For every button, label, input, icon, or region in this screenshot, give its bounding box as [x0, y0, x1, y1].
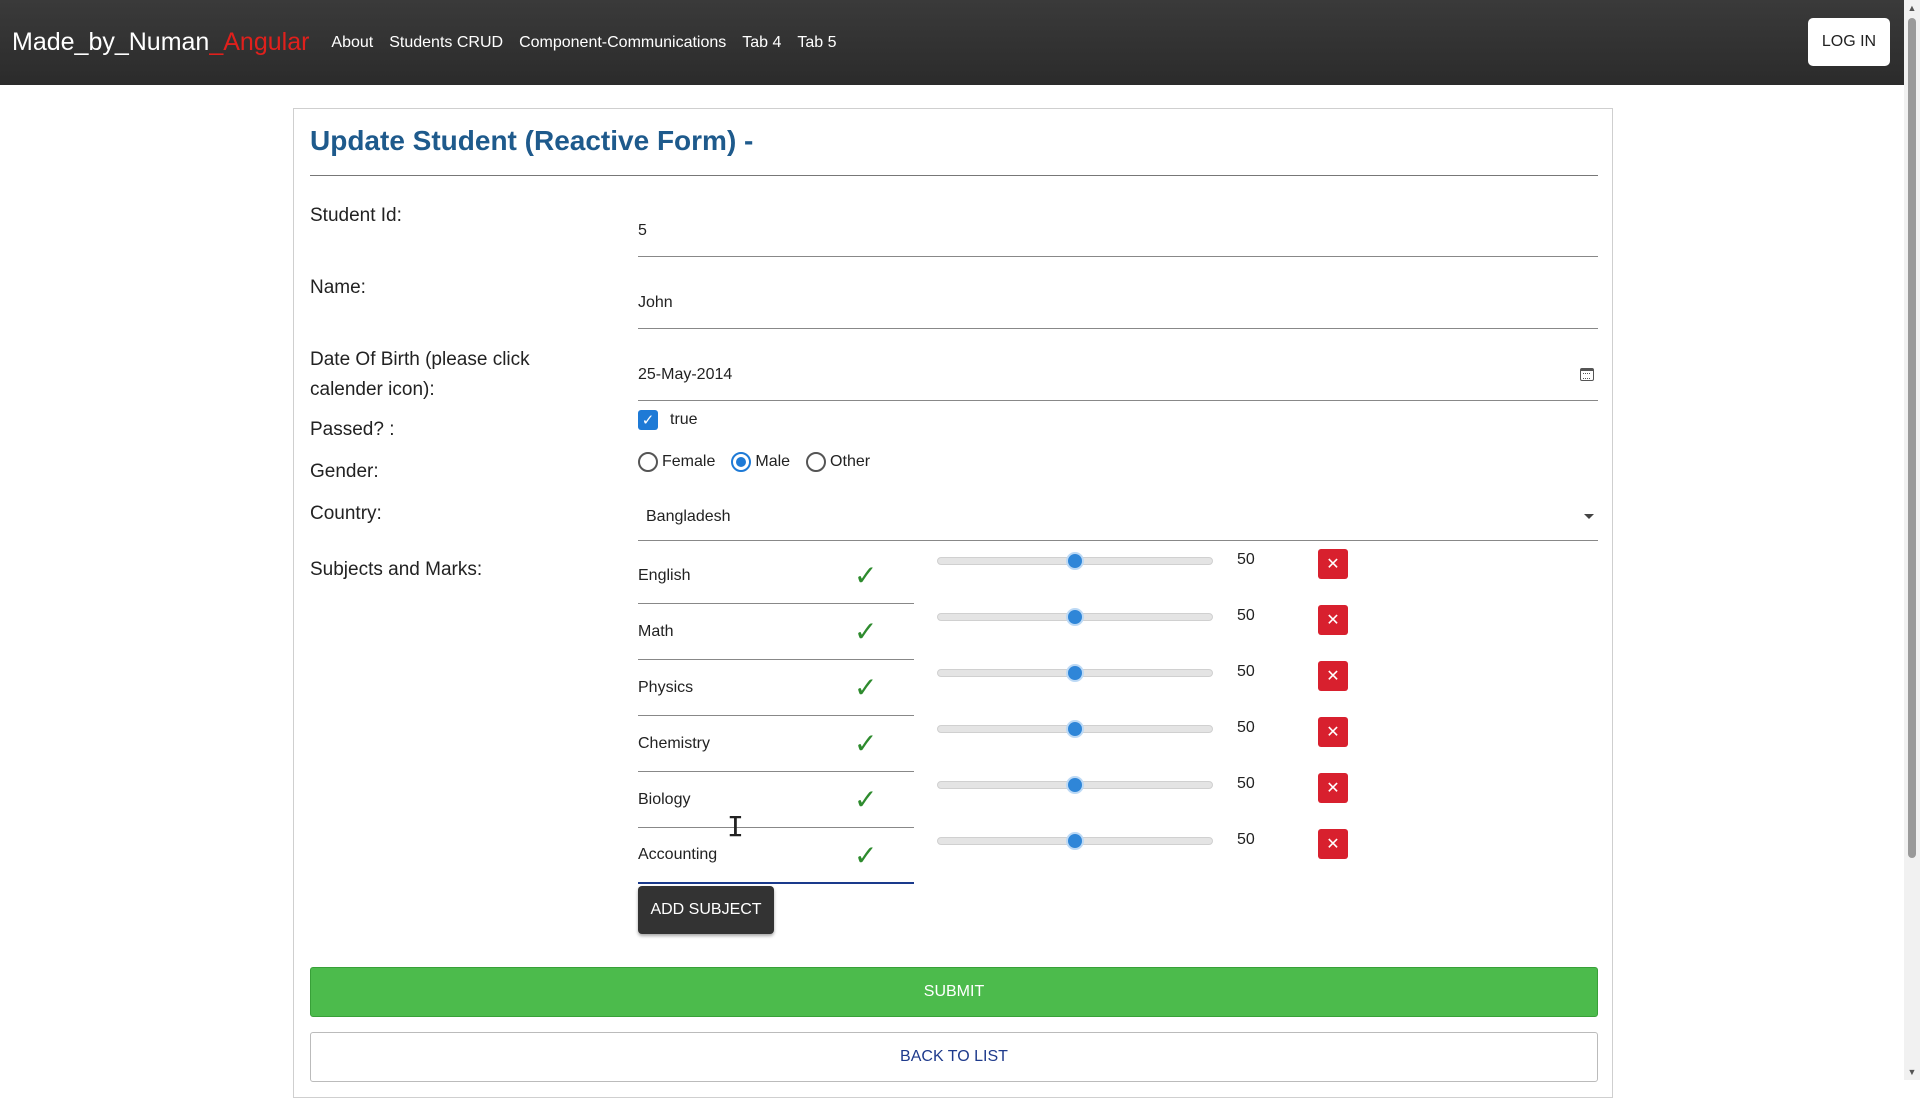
brand-main-text: Made_by_Numan: [12, 28, 210, 56]
passed-label: Passed? :: [310, 419, 395, 440]
valid-check-icon: ✓: [854, 616, 878, 647]
student-id-label: Student Id:: [310, 205, 402, 226]
remove-subject-button[interactable]: ✕: [1318, 829, 1348, 859]
mark-slider[interactable]: [937, 720, 1213, 738]
top-navbar: Made_by_Numan_Angular About Students CRU…: [0, 0, 1904, 85]
mark-value: 50: [1237, 719, 1255, 736]
nav-link-tab-5[interactable]: Tab 5: [797, 34, 836, 52]
slider-thumb[interactable]: [1066, 776, 1084, 794]
mark-slider[interactable]: [937, 608, 1213, 626]
gender-label: Gender:: [310, 461, 379, 482]
scroll-up-arrow-icon[interactable]: ▲: [1904, 0, 1920, 16]
mark-slider[interactable]: [937, 552, 1213, 570]
remove-subject-button[interactable]: ✕: [1318, 717, 1348, 747]
nav-link-tab-4[interactable]: Tab 4: [742, 34, 781, 52]
slider-thumb[interactable]: [1066, 832, 1084, 850]
valid-check-icon: ✓: [854, 560, 878, 591]
login-button[interactable]: LOG IN: [1808, 18, 1890, 66]
calendar-icon[interactable]: [1580, 368, 1594, 381]
name-field[interactable]: John: [638, 277, 1598, 329]
page-scrollbar[interactable]: ▲ ▼: [1904, 0, 1920, 1080]
subject-input[interactable]: Accounting ✓: [638, 828, 914, 884]
subject-input[interactable]: Math ✓: [638, 604, 914, 660]
mark-slider[interactable]: [937, 776, 1213, 794]
subject-input[interactable]: Physics ✓: [638, 660, 914, 716]
slider-thumb[interactable]: [1066, 720, 1084, 738]
update-student-form: Update Student (Reactive Form) - Student…: [293, 108, 1613, 1098]
student-id-value: 5: [638, 221, 647, 239]
remove-subject-button[interactable]: ✕: [1318, 549, 1348, 579]
brand-logo[interactable]: Made_by_Numan_Angular: [12, 28, 309, 57]
dob-field[interactable]: 25-May-2014: [638, 349, 1598, 401]
passed-checkbox[interactable]: ✓: [638, 410, 658, 430]
subject-name: Chemistry: [638, 734, 711, 752]
subject-name: Accounting: [638, 846, 718, 863]
remove-subject-button[interactable]: ✕: [1318, 661, 1348, 691]
add-subject-button[interactable]: ADD SUBJECT: [638, 886, 774, 934]
subject-name: Biology: [638, 790, 691, 808]
subject-name: Math: [638, 622, 674, 640]
mark-slider[interactable]: [937, 664, 1213, 682]
valid-check-icon: ✓: [854, 728, 878, 759]
subjects-label: Subjects and Marks:: [310, 559, 483, 580]
mark-value: 50: [1237, 831, 1255, 848]
gender-other-radio[interactable]: [806, 452, 827, 472]
nav-link-component-communications[interactable]: Component-Communications: [519, 34, 726, 52]
scrollbar-thumb[interactable]: [1908, 18, 1916, 858]
brand-accent-text: _Angular: [209, 28, 310, 56]
title-divider: [310, 175, 1598, 176]
nav-link-students-crud[interactable]: Students CRUD: [389, 34, 503, 52]
gender-female-radio[interactable]: [638, 452, 658, 472]
nav-link-about[interactable]: About: [331, 34, 373, 52]
gender-male-label: Male: [755, 453, 791, 470]
slider-thumb[interactable]: [1066, 664, 1084, 682]
back-to-list-button[interactable]: BACK TO LIST: [310, 1032, 1598, 1082]
gender-other-label: Other: [830, 453, 871, 470]
country-select[interactable]: Bangladesh: [638, 493, 1598, 541]
valid-check-icon: ✓: [854, 672, 878, 703]
valid-check-icon: ✓: [854, 839, 878, 871]
remove-subject-button[interactable]: ✕: [1318, 605, 1348, 635]
passed-checkbox-label: true: [670, 411, 698, 428]
dob-value: 25-May-2014: [638, 365, 733, 383]
subject-input[interactable]: Biology ✓: [638, 772, 914, 828]
name-value: John: [638, 293, 673, 311]
slider-thumb[interactable]: [1066, 608, 1084, 626]
name-label: Name:: [310, 277, 366, 298]
scroll-down-arrow-icon[interactable]: ▼: [1904, 1064, 1920, 1080]
text-cursor-icon: I: [727, 810, 744, 843]
mark-value: 50: [1237, 551, 1255, 568]
form-title: Update Student (Reactive Form) -: [310, 125, 754, 156]
valid-check-icon: ✓: [854, 784, 878, 815]
mark-slider[interactable]: [937, 832, 1213, 850]
country-label: Country:: [310, 503, 382, 524]
dob-label: Date Of Birth (please click calender ico…: [310, 349, 530, 400]
subject-name: English: [638, 566, 691, 584]
submit-button[interactable]: SUBMIT: [310, 967, 1598, 1017]
subject-input[interactable]: Chemistry ✓: [638, 716, 914, 772]
remove-subject-button[interactable]: ✕: [1318, 773, 1348, 803]
subject-input[interactable]: English ✓: [638, 548, 914, 604]
mark-value: 50: [1237, 663, 1255, 680]
chevron-down-icon: [1584, 514, 1594, 519]
subject-name: Physics: [638, 678, 694, 696]
mark-value: 50: [1237, 607, 1255, 624]
mark-value: 50: [1237, 775, 1255, 792]
student-id-field[interactable]: 5: [638, 205, 1598, 257]
nav-links: About Students CRUD Component-Communicat…: [331, 34, 852, 52]
gender-female-label: Female: [662, 453, 716, 470]
gender-radio-group: Female Male Other: [638, 452, 886, 472]
slider-thumb[interactable]: [1066, 552, 1084, 570]
gender-male-radio[interactable]: [731, 452, 752, 472]
country-value: Bangladesh: [646, 507, 731, 525]
